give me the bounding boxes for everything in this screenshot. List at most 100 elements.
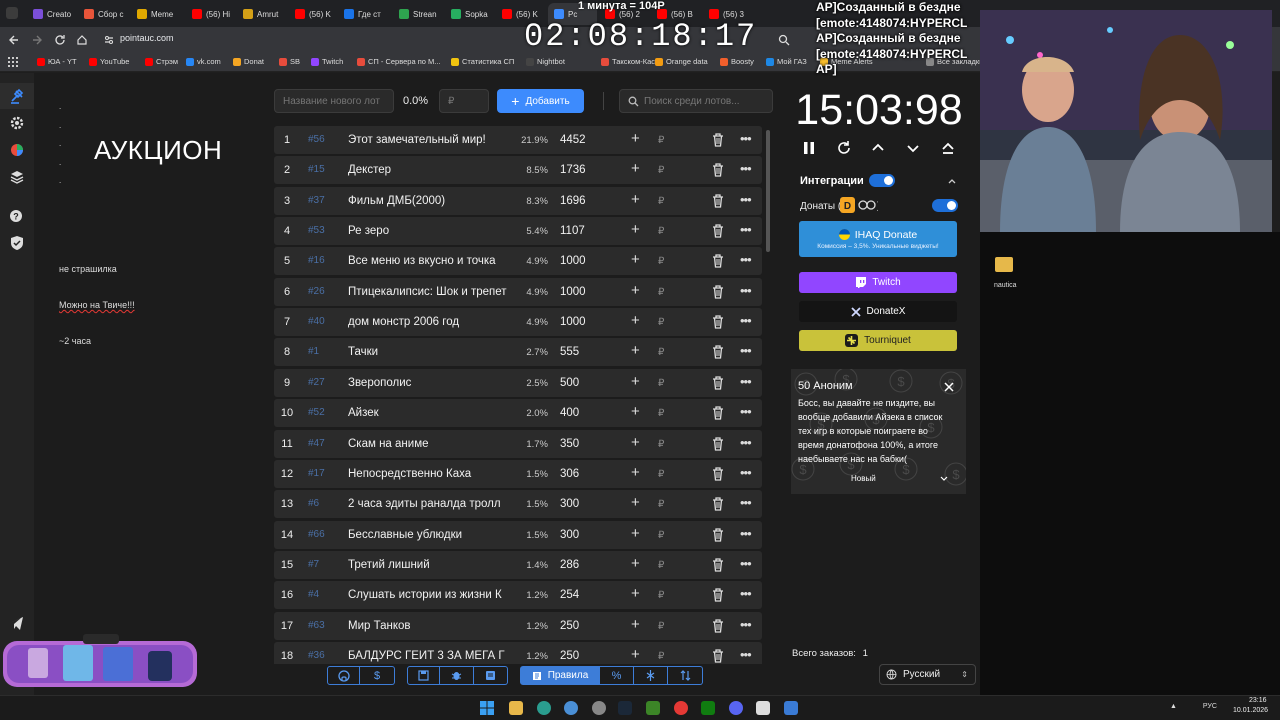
- lot-fast-id[interactable]: #17: [308, 468, 325, 479]
- browser-tab[interactable]: (56) Hi: [186, 3, 235, 25]
- tourniquet-button[interactable]: Tourniquet: [799, 330, 957, 351]
- trash-icon[interactable]: [712, 588, 724, 602]
- trash-icon[interactable]: [712, 558, 724, 572]
- lot-name[interactable]: Все меню из вкусно и точка: [348, 255, 510, 267]
- lot-amount[interactable]: 350: [560, 438, 579, 450]
- more-options-icon[interactable]: •••: [740, 343, 752, 358]
- bookmark-item[interactable]: Nightbot: [526, 57, 565, 66]
- add-amount-icon[interactable]: +: [631, 252, 640, 267]
- chrome-icon[interactable]: [674, 701, 688, 715]
- settings-gear-icon[interactable]: [9, 115, 25, 131]
- lot-name[interactable]: Зверополис: [348, 377, 510, 389]
- excel-icon[interactable]: [701, 701, 715, 715]
- lot-row[interactable]: 14 #66 Бесславные ублюдки 1.5% 300 + ₽ •••: [274, 520, 762, 549]
- windows-start-icon[interactable]: [480, 701, 494, 715]
- bookmark-item[interactable]: vk.com: [186, 57, 221, 66]
- add-amount-icon[interactable]: +: [631, 161, 640, 176]
- status-chevron-icon[interactable]: [940, 476, 948, 482]
- explorer-icon[interactable]: [509, 701, 523, 715]
- lot-amount[interactable]: 254: [560, 589, 579, 601]
- browser-tab[interactable]: Strean: [393, 3, 443, 25]
- tab-menu-button[interactable]: [6, 7, 18, 19]
- telegram-icon[interactable]: [9, 615, 25, 631]
- pause-icon[interactable]: [801, 140, 817, 156]
- lot-row[interactable]: 15 #7 Третий лишний 1.4% 286 + ₽ •••: [274, 550, 762, 579]
- lot-amount[interactable]: 250: [560, 620, 579, 632]
- lot-row[interactable]: 13 #6 2 часа эдиты раналда тролл 1.5% 300 + ₽ •…: [274, 490, 762, 519]
- integrations-toggle[interactable]: [869, 174, 895, 187]
- add-amount-icon[interactable]: +: [631, 495, 640, 510]
- trash-icon[interactable]: [712, 527, 724, 542]
- layers-icon[interactable]: [9, 169, 25, 185]
- lot-name[interactable]: Ре зеро: [348, 225, 510, 237]
- lot-fast-id[interactable]: #15: [308, 164, 325, 175]
- lot-fast-id[interactable]: #40: [308, 316, 325, 327]
- lot-row[interactable]: 3 #37 Фильм ДМБ(2000) 8.3% 1696 + ₽ •••: [274, 186, 762, 215]
- lot-amount[interactable]: 1000: [560, 286, 586, 298]
- lot-row[interactable]: 16 #4 Слушать истории из жизни К 1.2% 254 + ₽ •…: [274, 581, 762, 610]
- amount-input[interactable]: [439, 89, 489, 113]
- trash-icon[interactable]: [712, 649, 724, 663]
- bookmark-item[interactable]: Donat: [233, 57, 264, 66]
- lot-name[interactable]: Скам на аниме: [348, 438, 510, 450]
- lot-name[interactable]: Этот замечательный мир!: [348, 134, 510, 146]
- lot-fast-id[interactable]: #1: [308, 346, 319, 357]
- discord-icon[interactable]: [729, 701, 743, 715]
- lot-row[interactable]: 8 #1 Тачки 2.7% 555 + ₽ •••: [274, 338, 762, 367]
- shield-icon[interactable]: [9, 235, 25, 251]
- lot-amount[interactable]: 250: [560, 650, 579, 662]
- note-line[interactable]: ~2 часа: [59, 336, 91, 346]
- donate-button[interactable]: $: [360, 666, 395, 685]
- add-amount-icon[interactable]: +: [631, 374, 640, 389]
- save-button[interactable]: [407, 666, 440, 685]
- note-line[interactable]: не страшилка: [59, 264, 117, 274]
- trash-icon[interactable]: [712, 315, 724, 329]
- trash-icon[interactable]: [712, 133, 724, 147]
- more-options-icon[interactable]: •••: [740, 374, 752, 389]
- lot-fast-id[interactable]: #53: [308, 225, 325, 236]
- lot-name[interactable]: Айзек: [348, 407, 510, 419]
- trash-icon[interactable]: [712, 467, 724, 481]
- add-amount-icon[interactable]: +: [631, 586, 640, 601]
- apps-grid-icon[interactable]: [8, 57, 18, 67]
- browser-tab[interactable]: Где ст: [338, 3, 391, 25]
- lot-fast-id[interactable]: #16: [308, 255, 325, 266]
- lot-amount[interactable]: 300: [560, 529, 579, 541]
- telegram-app-icon[interactable]: [564, 701, 578, 715]
- more-options-icon[interactable]: •••: [740, 313, 752, 328]
- chevron-down-icon[interactable]: [905, 140, 921, 156]
- sort-button[interactable]: [668, 666, 703, 685]
- lot-fast-id[interactable]: #4: [308, 589, 319, 600]
- bookmark-item[interactable]: Twitch: [311, 57, 343, 66]
- add-amount-icon[interactable]: +: [631, 526, 640, 541]
- url-field[interactable]: pointauc.com: [120, 33, 174, 43]
- lot-amount[interactable]: 300: [560, 498, 579, 510]
- trash-icon[interactable]: [712, 497, 724, 511]
- lot-fast-id[interactable]: #37: [308, 195, 325, 206]
- lot-name[interactable]: Мир Танков: [348, 620, 510, 632]
- more-options-icon[interactable]: •••: [740, 526, 752, 541]
- language-select[interactable]: Русский ⇕: [879, 664, 976, 685]
- back-icon[interactable]: [8, 34, 20, 46]
- lot-fast-id[interactable]: #56: [308, 134, 325, 145]
- bookmark-item[interactable]: Orange data: [655, 57, 708, 66]
- add-amount-icon[interactable]: +: [631, 404, 640, 419]
- donations-toggle[interactable]: [932, 199, 958, 212]
- bookmark-item[interactable]: Boosty: [720, 57, 754, 66]
- lot-amount[interactable]: 286: [560, 559, 579, 571]
- taskbar-date[interactable]: 10.01.2026: [1233, 707, 1268, 714]
- github-button[interactable]: [327, 666, 360, 685]
- lot-name[interactable]: Бесславные ублюдки: [348, 529, 510, 541]
- lot-name[interactable]: 2 часа эдиты раналда тролл: [348, 498, 510, 510]
- zoom-icon[interactable]: [778, 34, 790, 46]
- bookmark-item[interactable]: СП - Сервера по М...: [357, 57, 441, 66]
- help-icon[interactable]: ?: [9, 208, 25, 224]
- ihaq-donate-button[interactable]: IHAQ Donate Комиссия – 3,5%. Уникальные …: [799, 221, 957, 257]
- more-options-icon[interactable]: •••: [740, 465, 752, 480]
- twitch-button[interactable]: Twitch: [799, 272, 957, 293]
- add-amount-icon[interactable]: +: [631, 343, 640, 358]
- minecraft-icon[interactable]: [646, 701, 660, 715]
- monitor-icon[interactable]: [784, 701, 798, 715]
- collapse-chevron-icon[interactable]: [947, 176, 957, 186]
- lot-amount[interactable]: 1000: [560, 255, 586, 267]
